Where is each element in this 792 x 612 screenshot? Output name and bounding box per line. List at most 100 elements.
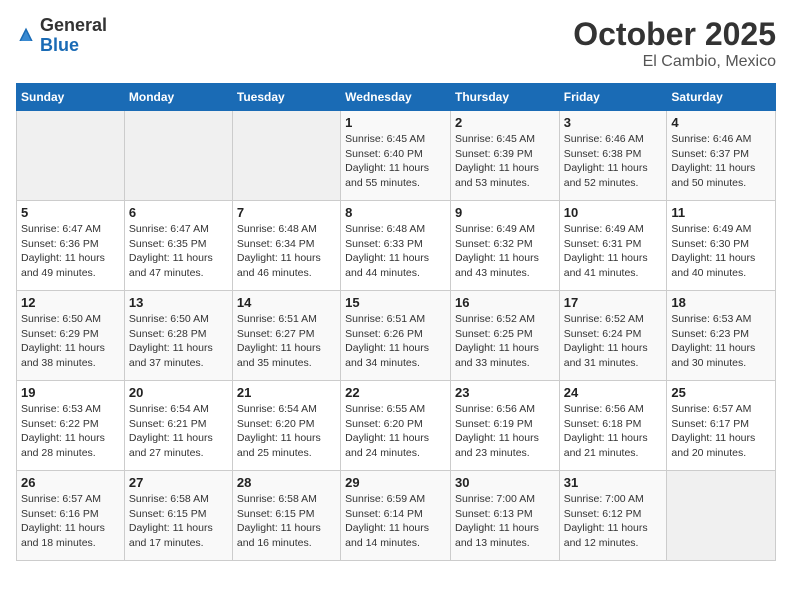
calendar-cell: 26 Sunrise: 6:57 AM Sunset: 6:16 PM Dayli…: [17, 471, 125, 561]
day-info: Sunrise: 6:48 AM Sunset: 6:33 PM Dayligh…: [345, 222, 446, 281]
month-title: October 2025: [573, 16, 776, 53]
day-info: Sunrise: 6:52 AM Sunset: 6:25 PM Dayligh…: [455, 312, 555, 371]
day-info: Sunrise: 6:46 AM Sunset: 6:37 PM Dayligh…: [671, 132, 771, 191]
day-info: Sunrise: 6:56 AM Sunset: 6:18 PM Dayligh…: [564, 402, 663, 461]
calendar-cell: 25 Sunrise: 6:57 AM Sunset: 6:17 PM Dayli…: [667, 381, 776, 471]
day-number: 15: [345, 295, 446, 310]
calendar-cell: [124, 111, 232, 201]
day-of-week-header: Friday: [559, 84, 667, 111]
calendar-cell: 28 Sunrise: 6:58 AM Sunset: 6:15 PM Dayli…: [232, 471, 340, 561]
calendar-cell: 11 Sunrise: 6:49 AM Sunset: 6:30 PM Dayli…: [667, 201, 776, 291]
day-number: 26: [21, 475, 120, 490]
day-number: 30: [455, 475, 555, 490]
day-number: 22: [345, 385, 446, 400]
calendar-cell: 13Sunrise: 6:50 AM Sunset: 6:28 PM Dayli…: [124, 291, 232, 381]
day-number: 17: [564, 295, 663, 310]
day-info: Sunrise: 6:51 AM Sunset: 6:26 PM Dayligh…: [345, 312, 446, 371]
day-info: Sunrise: 6:48 AM Sunset: 6:34 PM Dayligh…: [237, 222, 336, 281]
day-number: 16: [455, 295, 555, 310]
day-number: 7: [237, 205, 336, 220]
day-info: Sunrise: 6:47 AM Sunset: 6:36 PM Dayligh…: [21, 222, 120, 281]
calendar-cell: 16 Sunrise: 6:52 AM Sunset: 6:25 PM Dayli…: [450, 291, 559, 381]
day-info: Sunrise: 6:45 AM Sunset: 6:40 PM Dayligh…: [345, 132, 446, 191]
day-info: Sunrise: 7:00 AM Sunset: 6:13 PM Dayligh…: [455, 492, 555, 551]
calendar-cell: 3 Sunrise: 6:46 AM Sunset: 6:38 PM Daylig…: [559, 111, 667, 201]
calendar-cell: 7 Sunrise: 6:48 AM Sunset: 6:34 PM Daylig…: [232, 201, 340, 291]
day-info: Sunrise: 6:59 AM Sunset: 6:14 PM Dayligh…: [345, 492, 446, 551]
day-number: 18: [671, 295, 771, 310]
calendar-cell: 17 Sunrise: 6:52 AM Sunset: 6:24 PM Dayli…: [559, 291, 667, 381]
day-info: Sunrise: 6:53 AM Sunset: 6:23 PM Dayligh…: [671, 312, 771, 371]
day-info: Sunrise: 6:57 AM Sunset: 6:16 PM Dayligh…: [21, 492, 120, 551]
day-number: 3: [564, 115, 663, 130]
calendar-table: SundayMondayTuesdayWednesdayThursdayFrid…: [16, 83, 776, 561]
calendar-cell: 31 Sunrise: 7:00 AM Sunset: 6:12 PM Dayli…: [559, 471, 667, 561]
calendar-cell: 9Sunrise: 6:49 AM Sunset: 6:32 PM Daylig…: [450, 201, 559, 291]
day-number: 6: [129, 205, 228, 220]
calendar-cell: 21Sunrise: 6:54 AM Sunset: 6:20 PM Dayli…: [232, 381, 340, 471]
calendar-cell: 10 Sunrise: 6:49 AM Sunset: 6:31 PM Dayli…: [559, 201, 667, 291]
calendar-cell: 1 Sunrise: 6:45 AM Sunset: 6:40 PM Daylig…: [341, 111, 451, 201]
calendar-week-row: 26 Sunrise: 6:57 AM Sunset: 6:16 PM Dayli…: [17, 471, 776, 561]
calendar-week-row: 12Sunrise: 6:50 AM Sunset: 6:29 PM Dayli…: [17, 291, 776, 381]
logo-general-text: General: [40, 15, 107, 35]
day-number: 5: [21, 205, 120, 220]
day-number: 1: [345, 115, 446, 130]
day-number: 2: [455, 115, 555, 130]
day-of-week-header: Thursday: [450, 84, 559, 111]
day-info: Sunrise: 6:49 AM Sunset: 6:30 PM Dayligh…: [671, 222, 771, 281]
calendar-cell: 24 Sunrise: 6:56 AM Sunset: 6:18 PM Dayli…: [559, 381, 667, 471]
day-number: 14: [237, 295, 336, 310]
day-number: 11: [671, 205, 771, 220]
calendar-cell: 18 Sunrise: 6:53 AM Sunset: 6:23 PM Dayli…: [667, 291, 776, 381]
day-info: Sunrise: 6:51 AM Sunset: 6:27 PM Dayligh…: [237, 312, 336, 371]
calendar-cell: [17, 111, 125, 201]
day-number: 25: [671, 385, 771, 400]
day-number: 13: [129, 295, 228, 310]
day-number: 8: [345, 205, 446, 220]
day-number: 27: [129, 475, 228, 490]
calendar-cell: 29Sunrise: 6:59 AM Sunset: 6:14 PM Dayli…: [341, 471, 451, 561]
day-info: Sunrise: 6:52 AM Sunset: 6:24 PM Dayligh…: [564, 312, 663, 371]
day-of-week-header: Monday: [124, 84, 232, 111]
day-info: Sunrise: 6:49 AM Sunset: 6:31 PM Dayligh…: [564, 222, 663, 281]
day-of-week-header: Wednesday: [341, 84, 451, 111]
calendar-cell: 20Sunrise: 6:54 AM Sunset: 6:21 PM Dayli…: [124, 381, 232, 471]
calendar-cell: 22Sunrise: 6:55 AM Sunset: 6:20 PM Dayli…: [341, 381, 451, 471]
day-info: Sunrise: 6:47 AM Sunset: 6:35 PM Dayligh…: [129, 222, 228, 281]
day-number: 24: [564, 385, 663, 400]
day-info: Sunrise: 6:50 AM Sunset: 6:29 PM Dayligh…: [21, 312, 120, 371]
day-info: Sunrise: 6:57 AM Sunset: 6:17 PM Dayligh…: [671, 402, 771, 461]
day-info: Sunrise: 7:00 AM Sunset: 6:12 PM Dayligh…: [564, 492, 663, 551]
title-block: October 2025 El Cambio, Mexico: [573, 16, 776, 71]
day-number: 10: [564, 205, 663, 220]
calendar-cell: 19Sunrise: 6:53 AM Sunset: 6:22 PM Dayli…: [17, 381, 125, 471]
calendar-cell: 30 Sunrise: 7:00 AM Sunset: 6:13 PM Dayli…: [450, 471, 559, 561]
day-number: 19: [21, 385, 120, 400]
calendar-cell: 4Sunrise: 6:46 AM Sunset: 6:37 PM Daylig…: [667, 111, 776, 201]
calendar-cell: [667, 471, 776, 561]
day-info: Sunrise: 6:58 AM Sunset: 6:15 PM Dayligh…: [237, 492, 336, 551]
day-number: 9: [455, 205, 555, 220]
calendar-cell: 12Sunrise: 6:50 AM Sunset: 6:29 PM Dayli…: [17, 291, 125, 381]
day-number: 31: [564, 475, 663, 490]
location-text: El Cambio, Mexico: [573, 53, 776, 71]
day-info: Sunrise: 6:45 AM Sunset: 6:39 PM Dayligh…: [455, 132, 555, 191]
day-number: 23: [455, 385, 555, 400]
day-info: Sunrise: 6:46 AM Sunset: 6:38 PM Dayligh…: [564, 132, 663, 191]
calendar-cell: 8 Sunrise: 6:48 AM Sunset: 6:33 PM Daylig…: [341, 201, 451, 291]
calendar-cell: 27 Sunrise: 6:58 AM Sunset: 6:15 PM Dayli…: [124, 471, 232, 561]
calendar-week-row: 19Sunrise: 6:53 AM Sunset: 6:22 PM Dayli…: [17, 381, 776, 471]
day-number: 21: [237, 385, 336, 400]
calendar-header-row: SundayMondayTuesdayWednesdayThursdayFrid…: [17, 84, 776, 111]
calendar-cell: 14 Sunrise: 6:51 AM Sunset: 6:27 PM Dayli…: [232, 291, 340, 381]
day-info: Sunrise: 6:56 AM Sunset: 6:19 PM Dayligh…: [455, 402, 555, 461]
day-info: Sunrise: 6:58 AM Sunset: 6:15 PM Dayligh…: [129, 492, 228, 551]
day-info: Sunrise: 6:54 AM Sunset: 6:21 PM Dayligh…: [129, 402, 228, 461]
logo: General Blue: [16, 16, 107, 56]
calendar-cell: 6 Sunrise: 6:47 AM Sunset: 6:35 PM Daylig…: [124, 201, 232, 291]
calendar-week-row: 1 Sunrise: 6:45 AM Sunset: 6:40 PM Daylig…: [17, 111, 776, 201]
day-of-week-header: Sunday: [17, 84, 125, 111]
page-header: General Blue October 2025 El Cambio, Mex…: [16, 16, 776, 71]
day-number: 28: [237, 475, 336, 490]
